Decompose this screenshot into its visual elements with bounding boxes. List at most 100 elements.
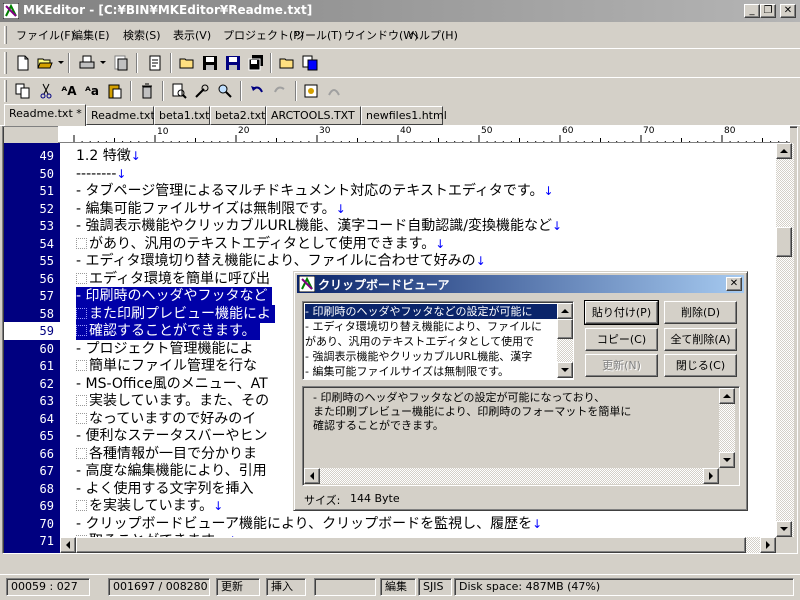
scroll-down-button[interactable] xyxy=(776,521,792,537)
save-all-icon[interactable] xyxy=(245,52,267,74)
tab-beta1[interactable]: beta1.txt xyxy=(154,106,210,125)
tab-newfiles1[interactable]: newfiles1.html xyxy=(361,106,447,125)
delete-button[interactable]: 削除(D) xyxy=(664,301,737,324)
tab-beta2[interactable]: beta2.txt xyxy=(210,106,266,125)
menu-tools[interactable]: ツール(T) xyxy=(290,27,346,44)
text-line: また印刷プレビュー機能によ xyxy=(76,304,275,323)
line-text: - エディタ環境切り替え機能により、ファイルに合わせて好みの xyxy=(76,253,476,269)
paste-icon[interactable] xyxy=(104,80,126,102)
down-arrow-icon xyxy=(780,527,788,531)
open-folder-icon[interactable] xyxy=(176,52,198,74)
tab-marker-icon xyxy=(76,237,87,249)
tab-marker-icon xyxy=(76,307,87,319)
text-line: - プロジェクト管理機能によ xyxy=(76,340,254,358)
dialog-close-button[interactable]: ✕ xyxy=(726,277,742,291)
line-number: 66 xyxy=(39,446,54,461)
print-dropdown-arrow[interactable] xyxy=(100,61,106,64)
clipboard-history-item[interactable]: - 強調表示機能やクリッカブルURL機能、漢字 xyxy=(305,349,559,364)
toolbar-separator xyxy=(270,53,272,73)
text-line: を実装しています。↓ xyxy=(76,497,223,515)
trash-icon[interactable] xyxy=(136,80,158,102)
menu-view[interactable]: 表示(V) xyxy=(169,27,215,44)
scroll-left-button[interactable] xyxy=(60,537,76,553)
replace-icon[interactable] xyxy=(191,80,213,102)
bookmark-icon[interactable] xyxy=(300,80,322,102)
minimize-button[interactable]: _ xyxy=(744,4,760,18)
toolbar-separator xyxy=(170,53,172,73)
tab-readme-modified[interactable]: Readme.txt * xyxy=(4,104,86,126)
down-arrow-icon xyxy=(561,368,569,372)
halfwidth-a-icon[interactable]: ᴬa xyxy=(81,80,103,102)
paste-button[interactable]: 貼り付け(P) xyxy=(584,300,659,325)
folder-icon[interactable] xyxy=(276,52,298,74)
clipboard-history-item[interactable]: があり、汎用のテキストエディタとして使用で xyxy=(305,334,559,349)
text-line: - MS-Office風のメニュー、AT xyxy=(76,375,268,393)
dialog-title: クリップボードビューア xyxy=(318,278,450,292)
vertical-scroll-thumb[interactable] xyxy=(776,227,792,257)
open-icon[interactable] xyxy=(34,52,56,74)
undo-icon[interactable] xyxy=(246,80,268,102)
app-icon xyxy=(3,3,19,19)
scroll-right-button[interactable] xyxy=(760,537,776,553)
delete-all-button[interactable]: 全て削除(A) xyxy=(664,328,737,351)
menu-search[interactable]: 検索(S) xyxy=(119,27,165,44)
fullwidth-a-icon[interactable]: ᴬA xyxy=(58,80,80,102)
save-as-icon[interactable] xyxy=(222,52,244,74)
properties-icon[interactable] xyxy=(144,52,166,74)
dialog-title-bar[interactable]: クリップボードビューア ✕ xyxy=(297,275,744,293)
scroll-up-button[interactable] xyxy=(776,143,792,159)
new-icon[interactable] xyxy=(12,52,34,74)
down-arrow-icon xyxy=(723,458,731,462)
toolbar-grip[interactable] xyxy=(4,80,7,102)
tab-arctools[interactable]: ARCTOOLS.TXT xyxy=(266,106,361,125)
list-scroll-down[interactable] xyxy=(557,362,573,378)
line-text: また印刷プレビュー機能によ xyxy=(89,305,271,322)
menu-bar: ファイル(F) 編集(E) 検索(S) 表示(V) プロジェクト(P) ツール(… xyxy=(0,24,800,46)
ruler-mark: 10 xyxy=(157,127,169,137)
preview-scroll-down[interactable] xyxy=(719,452,735,468)
preview-hscrollbar[interactable] xyxy=(304,468,719,484)
clipboard-history-item[interactable]: - エディタ環境切り替え機能により、ファイルに xyxy=(305,319,559,334)
list-scroll-thumb[interactable] xyxy=(557,319,573,339)
text-line: エディタ環境を簡単に呼び出 xyxy=(76,270,270,288)
search-icon[interactable] xyxy=(214,80,236,102)
save-icon[interactable] xyxy=(199,52,221,74)
line-number: 62 xyxy=(39,376,54,391)
copy-icon[interactable] xyxy=(12,80,34,102)
clipboard-history-item[interactable]: - 編集可能ファイルサイズは無制限です。 xyxy=(305,364,559,379)
line-number: 61 xyxy=(39,359,54,373)
ruler: 10 2030405060708090 xyxy=(58,126,790,143)
find-file-icon[interactable] xyxy=(168,80,190,102)
line-end-marker-icon: ↓ xyxy=(475,254,486,268)
clipboard-history-item[interactable]: - 印刷時のヘッダやフッタなどの設定が可能に xyxy=(305,304,559,319)
line-number: 64 xyxy=(39,411,54,426)
close-dialog-button[interactable]: 閉じる(C) xyxy=(664,354,737,377)
tab-readme[interactable]: Readme.txt xyxy=(86,106,155,125)
line-text: - タブページ管理によるマルチドキュメント対応のテキストエディタです。 xyxy=(76,183,544,199)
preview-scroll-up[interactable] xyxy=(719,388,735,404)
up-arrow-icon xyxy=(780,149,788,153)
line-number: 59 xyxy=(4,322,60,340)
menu-grip[interactable] xyxy=(4,26,7,44)
menu-help[interactable]: ヘルプ(H) xyxy=(404,27,462,44)
tab-marker-icon xyxy=(76,325,87,336)
print-icon[interactable] xyxy=(76,52,98,74)
vertical-scrollbar[interactable] xyxy=(776,143,794,537)
restore-button[interactable]: ❐ xyxy=(760,4,776,18)
line-number: 72 xyxy=(4,550,54,554)
preview-scroll-left[interactable] xyxy=(304,468,320,484)
toolbar-grip[interactable] xyxy=(4,52,7,74)
list-scroll-up[interactable] xyxy=(557,303,573,319)
menu-edit[interactable]: 編集(E) xyxy=(68,27,114,44)
cut-icon[interactable] xyxy=(35,80,57,102)
print-preview-icon[interactable] xyxy=(110,52,132,74)
close-button[interactable]: ✕ xyxy=(780,4,796,18)
clipboard-history-list[interactable]: - 印刷時のヘッダやフッタなどの設定が可能に - エディタ環境切り替え機能により、… xyxy=(302,301,574,380)
copy-button[interactable]: コピー(C) xyxy=(585,328,658,351)
tab-marker-icon xyxy=(76,447,87,459)
copy-file-icon[interactable] xyxy=(299,52,321,74)
horizontal-scroll-thumb[interactable] xyxy=(76,537,746,553)
status-edit: 編集 xyxy=(380,578,416,596)
preview-scroll-right[interactable] xyxy=(703,468,719,484)
open-dropdown-arrow[interactable] xyxy=(58,61,64,64)
